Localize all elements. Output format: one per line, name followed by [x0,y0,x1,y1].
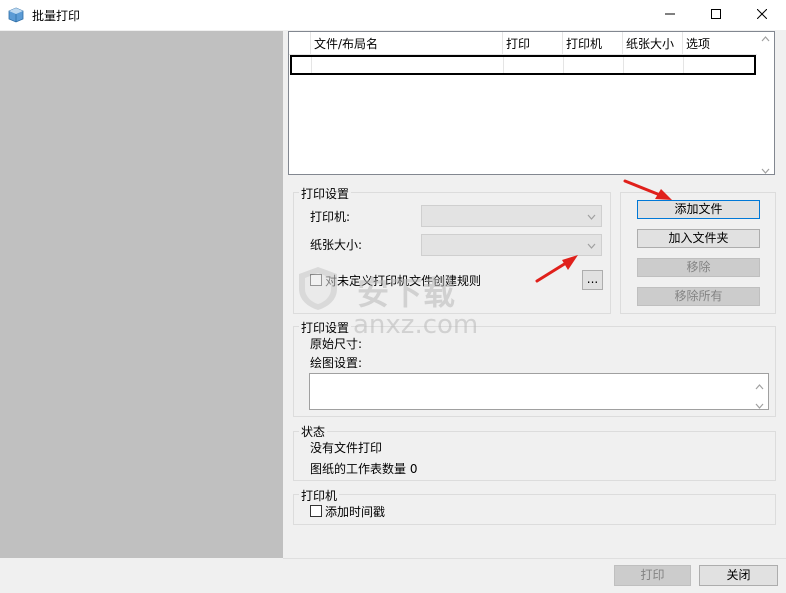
row-cell [624,57,684,73]
file-list[interactable]: 文件/布局名 打印 打印机 纸张大小 选项 [288,31,775,175]
add-timestamp-checkbox[interactable] [310,505,322,517]
preview-pane [0,31,283,558]
scroll-up-icon[interactable] [761,35,770,45]
table-row[interactable] [290,55,756,75]
row-cell [504,57,564,73]
status-label: 状态 [299,423,328,440]
printer-select[interactable] [421,205,602,227]
printer-label: 打印机: [310,210,351,224]
row-cell [292,57,312,73]
watermark-text: 安下载 [357,274,457,312]
print-button[interactable]: 打印 [614,565,691,586]
header-spacer [289,32,311,54]
title-bar: 批量打印 [0,0,786,30]
close-button[interactable]: 关闭 [699,565,778,586]
close-icon [756,8,768,22]
minimize-icon [665,8,675,22]
row-cell [684,57,754,73]
maximize-icon [711,8,721,22]
chevron-down-icon [587,239,596,252]
chevron-down-icon [587,210,596,223]
window-title: 批量打印 [32,9,81,23]
maximize-button[interactable] [693,0,739,30]
scroll-up-icon[interactable] [755,379,764,393]
status-message: 没有文件打印 [310,441,383,455]
file-list-scrollbar[interactable] [757,32,774,174]
file-list-header: 文件/布局名 打印 打印机 纸张大小 选项 [289,32,757,55]
row-cell [312,57,504,73]
minimize-button[interactable] [647,0,693,30]
drawing-settings-field[interactable] [309,373,769,410]
column-header-printer[interactable]: 打印机 [563,32,623,54]
watermark: 安下载 anxz.com [295,262,505,340]
scroll-down-icon[interactable] [755,398,764,412]
watermark-shield-icon [299,267,337,310]
remove-button[interactable]: 移除 [637,258,760,277]
add-file-button[interactable]: 添加文件 [637,200,760,219]
add-folder-button[interactable]: 加入文件夹 [637,229,760,248]
printer-group-label: 打印机 [299,487,340,504]
paper-size-select[interactable] [421,234,602,256]
watermark-domain: anxz.com [353,310,479,340]
remove-all-button[interactable]: 移除所有 [637,287,760,306]
add-timestamp-label: 添加时间戳 [325,505,386,519]
print-settings-label: 打印设置 [299,185,352,202]
browse-button[interactable]: ... [582,270,603,290]
column-header-file[interactable]: 文件/布局名 [311,32,503,54]
scroll-down-icon[interactable] [761,163,770,177]
column-header-print[interactable]: 打印 [503,32,563,54]
close-window-button[interactable] [739,0,785,30]
column-header-options[interactable]: 选项 [683,32,757,54]
sheet-count-text: 图纸的工作表数量 0 [310,462,418,476]
app-icon [8,7,24,23]
column-header-paper-size[interactable]: 纸张大小 [623,32,683,54]
paper-size-label: 纸张大小: [310,238,363,252]
drawing-settings-label: 绘图设置: [310,356,363,370]
row-cell [564,57,624,73]
